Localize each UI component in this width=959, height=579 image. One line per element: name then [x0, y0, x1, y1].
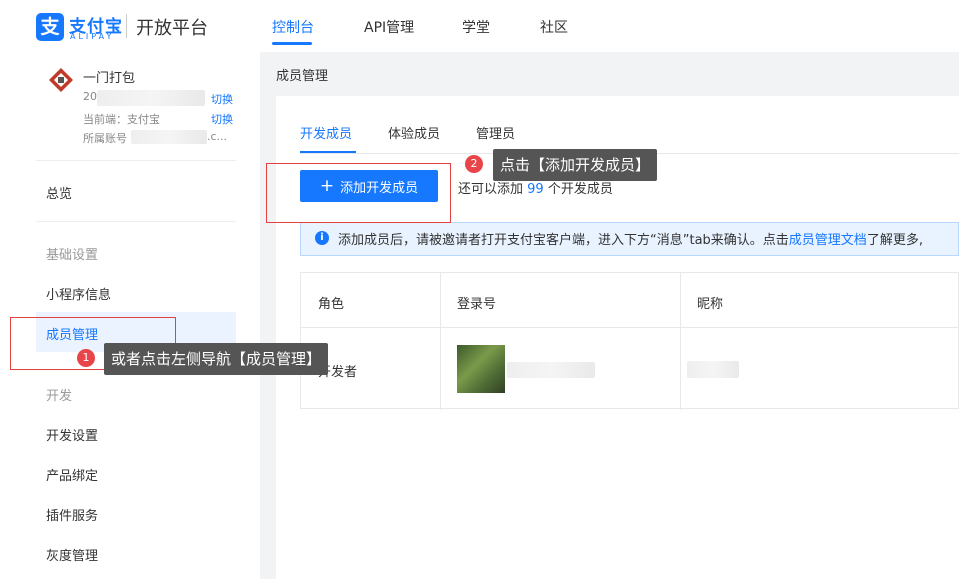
remaining-count: 99 [527, 182, 544, 197]
current-end-label: 当前端：支付宝 [83, 113, 160, 126]
column-header-role: 角色 [318, 297, 345, 312]
nav-active-indicator [272, 42, 312, 45]
tab-active-indicator [300, 151, 356, 153]
sidebar-item-product-binding[interactable]: 产品绑定 [46, 465, 98, 484]
nav-academy[interactable]: 学堂 [462, 17, 490, 37]
nav-api-management[interactable]: API管理 [364, 17, 414, 37]
table-header [301, 273, 959, 328]
switch-app-link[interactable]: 切换 [211, 91, 233, 107]
column-header-nickname: 昵称 [697, 297, 724, 312]
tab-trial-members[interactable]: 体验成员 [388, 123, 440, 142]
alipay-logo-icon[interactable]: 支 [36, 13, 64, 41]
tab-dev-members[interactable]: 开发成员 [300, 123, 352, 142]
info-banner-text: 添加成员后，请被邀请者打开支付宝客户端，进入下方“消息”tab来确认。点击成员管… [338, 229, 923, 248]
switch-end-link[interactable]: 切换 [211, 111, 233, 127]
tab-admins[interactable]: 管理员 [476, 123, 515, 142]
login-redacted [507, 362, 595, 378]
sidebar-item-overview[interactable]: 总览 [46, 183, 72, 202]
platform-title[interactable]: 开放平台 [136, 14, 208, 40]
account-name: 一门打包 [83, 71, 136, 86]
sidebar-item-miniapp-info[interactable]: 小程序信息 [46, 284, 111, 303]
step-1-badge: 1 [77, 349, 95, 367]
step-1-tooltip: 或者点击左侧导航【成员管理】 [104, 343, 329, 375]
account-id-redacted [97, 90, 205, 106]
nav-console[interactable]: 控制台 [272, 17, 314, 37]
remaining-prefix: 还可以添加 [458, 182, 524, 197]
nav-community[interactable]: 社区 [540, 17, 568, 37]
breadcrumb: 成员管理 [276, 69, 329, 84]
member-docs-link[interactable]: 成员管理文档 [789, 233, 867, 248]
top-header: 支 支付宝 ALIPAY 开放平台 控制台 API管理 学堂 社区 [0, 0, 959, 52]
app-avatar-icon [49, 68, 73, 92]
account-id: 20 [83, 90, 97, 103]
logo-subtext: ALIPAY [70, 32, 115, 41]
sidebar-item-plugin-service[interactable]: 插件服务 [46, 505, 98, 524]
column-divider [680, 273, 681, 410]
nickname-redacted [687, 361, 739, 378]
owner-account-redacted [131, 130, 207, 144]
sidebar-item-dev-settings[interactable]: 开发设置 [46, 425, 98, 444]
highlight-add-button [266, 163, 451, 223]
info-tail: 了解更多, [866, 233, 923, 248]
owner-account-label: 所属账号 [83, 132, 127, 145]
owner-account-suffix: .c... [207, 130, 228, 143]
remaining-suffix: 个开发成员 [547, 182, 613, 197]
info-icon: i [315, 231, 329, 245]
logo-divider [126, 14, 127, 38]
column-header-login: 登录号 [457, 297, 497, 312]
step-2-badge: 2 [465, 155, 483, 173]
member-avatar [457, 345, 505, 393]
sidebar-item-gray-release[interactable]: 灰度管理 [46, 545, 98, 564]
sidebar-divider [36, 160, 236, 161]
sidebar-divider [36, 221, 236, 222]
info-message: 添加成员后，请被邀请者打开支付宝客户端，进入下方“消息”tab来确认。点击 [338, 233, 789, 248]
sidebar-group-basic: 基础设置 [46, 248, 99, 263]
sidebar-group-dev: 开发 [46, 389, 73, 404]
members-table: 角色 登录号 昵称 开发者 [300, 272, 959, 410]
column-divider [440, 273, 441, 410]
step-2-tooltip: 点击【添加开发成员】 [493, 149, 658, 181]
